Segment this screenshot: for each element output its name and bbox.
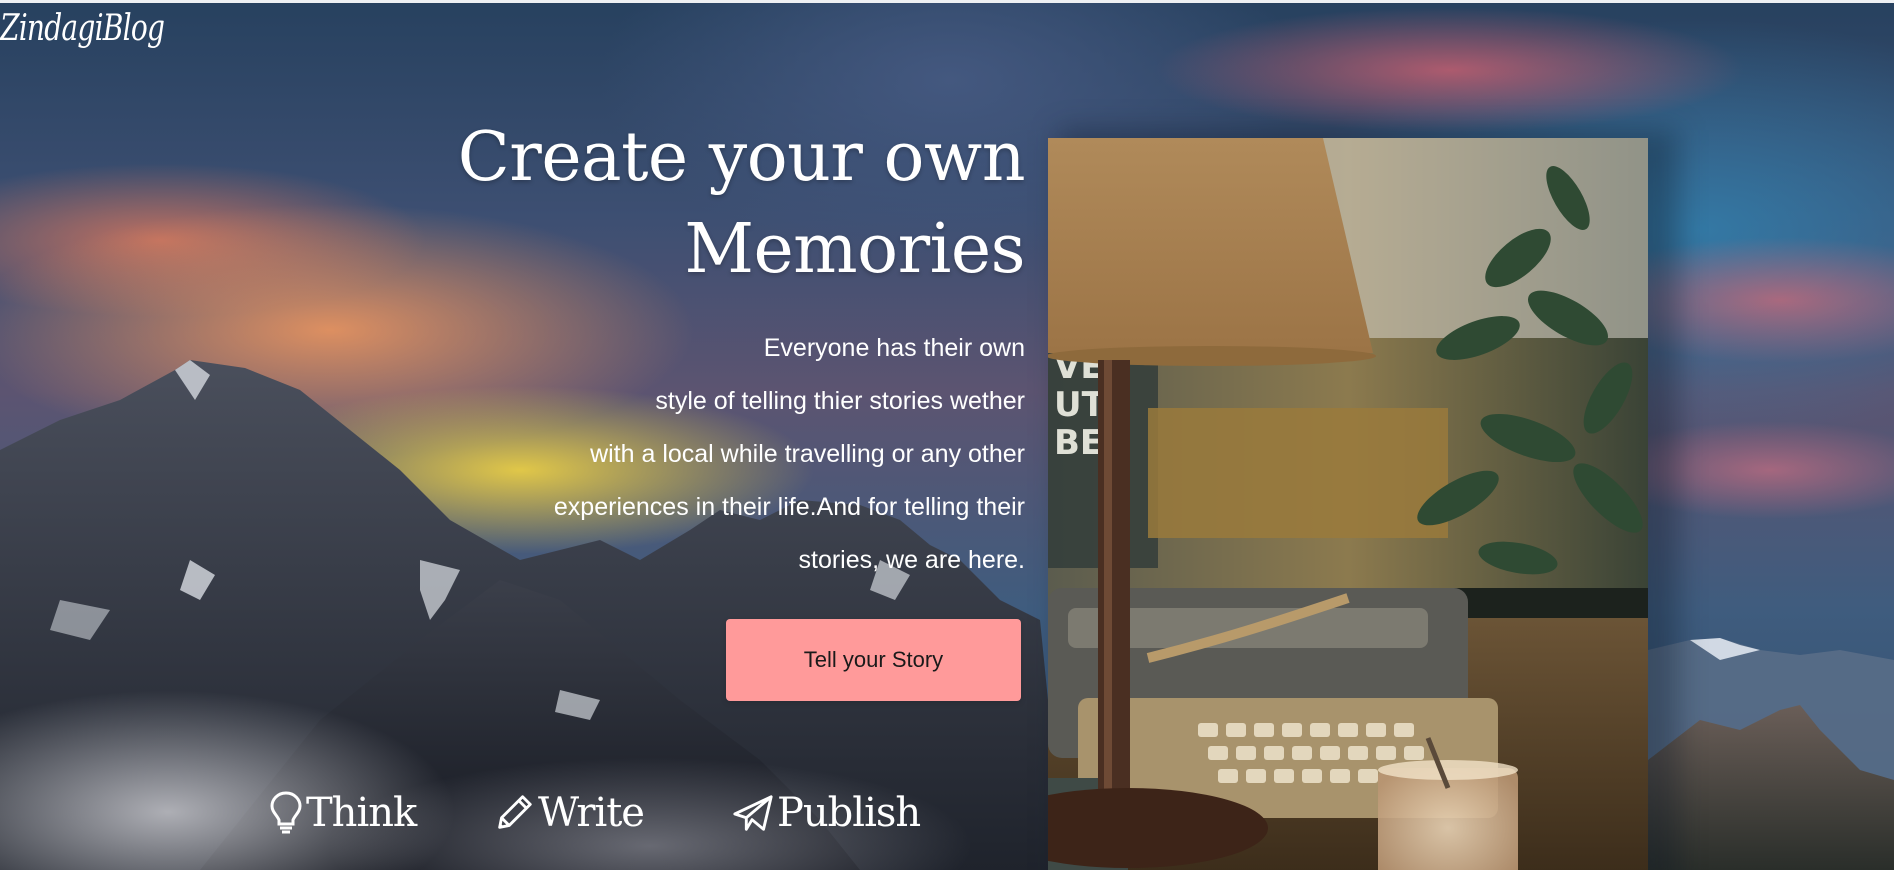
hero-description-line: stories, we are here. [798,546,1026,574]
svg-text:BE: BE [1054,423,1103,463]
hero-description: Everyone has their own style of telling … [405,322,1025,587]
hero-title-line-1: Create your own [457,118,1026,197]
step-label: Think [306,790,417,836]
step-label: Write [538,790,645,836]
step-think: Think [268,790,417,836]
paper-plane-icon [733,795,773,831]
hero-description-line: with a local while travelling or any oth… [590,440,1025,468]
hero-copy: Create your own Memories Everyone has th… [405,112,1026,587]
step-publish: Publish [731,790,921,836]
typewriter-lamp-photo: VE UTI BE [1048,138,1648,870]
hero-title-line-2: Memories [684,210,1025,289]
step-label: Publish [777,790,921,836]
step-write: Write [492,790,645,836]
lightbulb-icon [270,791,302,834]
site-logo[interactable]: ZindagiBlog [0,8,165,49]
hero-title: Create your own Memories [405,112,1026,296]
typewriter-scene-image: VE UTI BE [1048,138,1648,870]
tell-your-story-button[interactable]: Tell your Story [726,619,1021,701]
top-border [0,0,1894,3]
hero-description-line: style of telling thier stories wether [655,387,1025,415]
pencil-icon [498,795,532,829]
hero-description-line: experiences in their life.And for tellin… [553,493,1025,521]
hero-description-line: Everyone has their own [763,334,1025,362]
